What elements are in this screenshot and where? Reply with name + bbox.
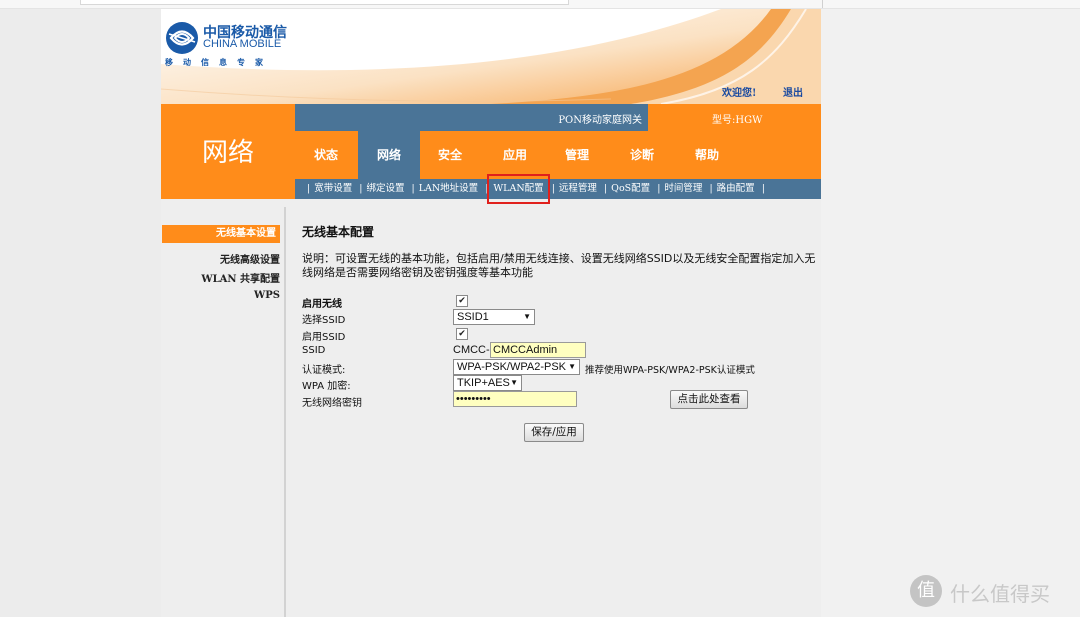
submenu-routing[interactable]: 路由配置 <box>717 179 755 199</box>
auth-mode-label: 认证模式: <box>302 365 346 376</box>
browser-address-bar[interactable] <box>80 0 569 5</box>
browser-divider <box>822 0 823 8</box>
logo-english-text: CHINA MOBILE <box>203 38 282 50</box>
sidebar-item-wlan-share[interactable]: WLAN 共享配置 <box>201 270 280 285</box>
menu-application[interactable]: 应用 <box>484 131 546 179</box>
main-menu: 状态 网络 安全 应用 管理 诊断 帮助 <box>295 131 821 179</box>
wireless-password-label: 无线网络密钥 <box>302 398 362 409</box>
model-bar: 型号:HGW <box>648 104 821 131</box>
menu-security[interactable]: 安全 <box>419 131 481 179</box>
smzdm-logo-icon: 值 <box>910 575 942 607</box>
browser-top-strip <box>0 0 1080 9</box>
select-ssid-value: SSID1 <box>457 311 489 323</box>
logo-slogan: 移动信息专家 <box>165 58 273 67</box>
wpa-encrypt-value: TKIP+AES <box>457 377 510 389</box>
sidebar: 无线基本设置 无线高级设置 WLAN 共享配置 WPS <box>161 199 284 617</box>
sub-menu-bar: | 宽带设置 | 绑定设置 | LAN地址设置 | WLAN配置 | 远程管理 | QoS配… <box>295 174 821 204</box>
submenu-qos[interactable]: QoS配置 <box>611 179 650 199</box>
logout-link[interactable]: 退出 <box>783 84 803 99</box>
select-ssid-label: 选择SSID <box>302 315 346 326</box>
sub-menu: | 宽带设置 | 绑定设置 | LAN地址设置 | WLAN配置 | 远程管理 | QoS配… <box>303 174 769 204</box>
menu-status[interactable]: 状态 <box>295 131 357 179</box>
wireless-password-input[interactable]: ••••••••• <box>453 391 577 407</box>
wpa-encrypt-dropdown[interactable]: TKIP+AES ▼ <box>453 375 522 391</box>
submenu-time-management[interactable]: 时间管理 <box>664 179 702 199</box>
china-mobile-logo: 中国移动通信 CHINA MOBILE 移动信息专家 <box>165 21 287 81</box>
save-apply-button[interactable]: 保存/应用 <box>524 423 584 442</box>
chevron-down-icon: ▼ <box>523 312 531 321</box>
submenu-wlan-config[interactable]: WLAN配置 <box>487 174 550 204</box>
chevron-down-icon: ▼ <box>568 362 576 371</box>
auth-mode-value: WPA-PSK/WPA2-PSK <box>457 361 567 373</box>
model-label: 型号:HGW <box>712 115 763 126</box>
auth-mode-dropdown[interactable]: WPA-PSK/WPA2-PSK ▼ <box>453 359 580 375</box>
page-description: 说明：可设置无线的基本功能，包括启用/禁用无线连接、设置无线网络SSID以及无线… <box>302 252 816 279</box>
watermark-text: 什么值得买 <box>950 582 1050 606</box>
enable-ssid-checkbox[interactable]: ✔ <box>456 328 468 340</box>
enable-wireless-label: 启用无线 <box>302 299 342 310</box>
ssid-input[interactable]: CMCCAdmin <box>490 342 586 358</box>
wpa-encrypt-label: WPA 加密: <box>302 381 351 392</box>
china-mobile-logo-icon <box>166 22 198 54</box>
welcome-link[interactable]: 欢迎您! <box>722 84 756 99</box>
router-page: 中国移动通信 CHINA MOBILE 移动信息专家 欢迎您! 退出 网络 PO… <box>161 9 821 617</box>
page-title: 无线基本配置 <box>302 225 375 239</box>
submenu-binding[interactable]: 绑定设置 <box>366 179 404 199</box>
left-margin <box>0 9 161 617</box>
chevron-down-icon: ▼ <box>510 378 518 387</box>
submenu-remote-management[interactable]: 远程管理 <box>559 179 597 199</box>
select-ssid-dropdown[interactable]: SSID1 ▼ <box>453 309 535 325</box>
section-header: 网络 <box>161 104 295 199</box>
sidebar-item-wireless-basic[interactable]: 无线基本设置 <box>162 225 280 243</box>
menu-management[interactable]: 管理 <box>546 131 608 179</box>
ssid-prefix: CMCC- <box>453 344 490 356</box>
header-banner: 中国移动通信 CHINA MOBILE 移动信息专家 欢迎您! 退出 <box>161 9 821 104</box>
section-title: 网络 <box>201 138 254 168</box>
enable-ssid-label: 启用SSID <box>302 332 346 343</box>
gateway-name: PON移动家庭网关 <box>558 115 642 126</box>
sidebar-item-wps[interactable]: WPS <box>254 290 280 301</box>
show-password-button[interactable]: 点击此处查看 <box>670 390 748 409</box>
submenu-lan-address[interactable]: LAN地址设置 <box>419 179 478 199</box>
auth-mode-hint: 推荐使用WPA-PSK/WPA2-PSK认证模式 <box>585 365 755 376</box>
enable-wireless-checkbox[interactable]: ✔ <box>456 295 468 307</box>
ssid-label: SSID <box>302 345 326 356</box>
menu-diagnostics[interactable]: 诊断 <box>611 131 673 179</box>
menu-help[interactable]: 帮助 <box>676 131 738 179</box>
gateway-bar: PON移动家庭网关 <box>295 104 648 131</box>
content-panel: 无线基本配置 说明：可设置无线的基本功能，包括启用/禁用无线连接、设置无线网络S… <box>286 207 821 617</box>
sidebar-item-wireless-advanced[interactable]: 无线高级设置 <box>220 251 280 266</box>
right-margin <box>821 9 1080 617</box>
submenu-broadband[interactable]: 宽带设置 <box>314 179 352 199</box>
menu-network[interactable]: 网络 <box>358 131 420 179</box>
